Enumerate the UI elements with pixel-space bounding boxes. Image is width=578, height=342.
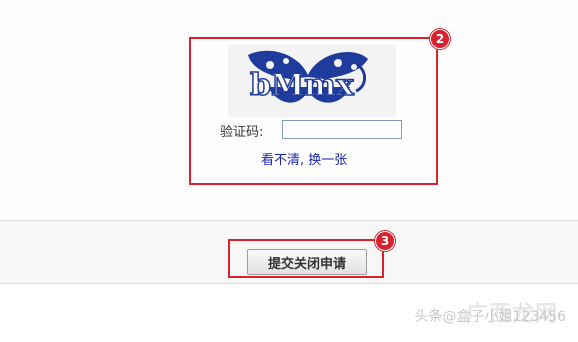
step-badge-submit: 3 [375,231,395,251]
watermark-text: 头条@盒子小姐123456 [414,309,566,325]
refresh-captcha-link[interactable]: 看不清, 换一张 [261,149,347,168]
captcha-graphic: bMmx [228,45,396,117]
captcha-label: 验证码: [220,125,264,140]
captcha-text: bMmx [250,68,355,103]
submit-close-request-button[interactable]: 提交关闭申请 [247,249,367,275]
section-divider-bottom [0,283,578,284]
step-badge-captcha: 2 [430,29,450,49]
captcha-input[interactable] [282,120,402,139]
captcha-image[interactable]: bMmx [228,45,396,117]
